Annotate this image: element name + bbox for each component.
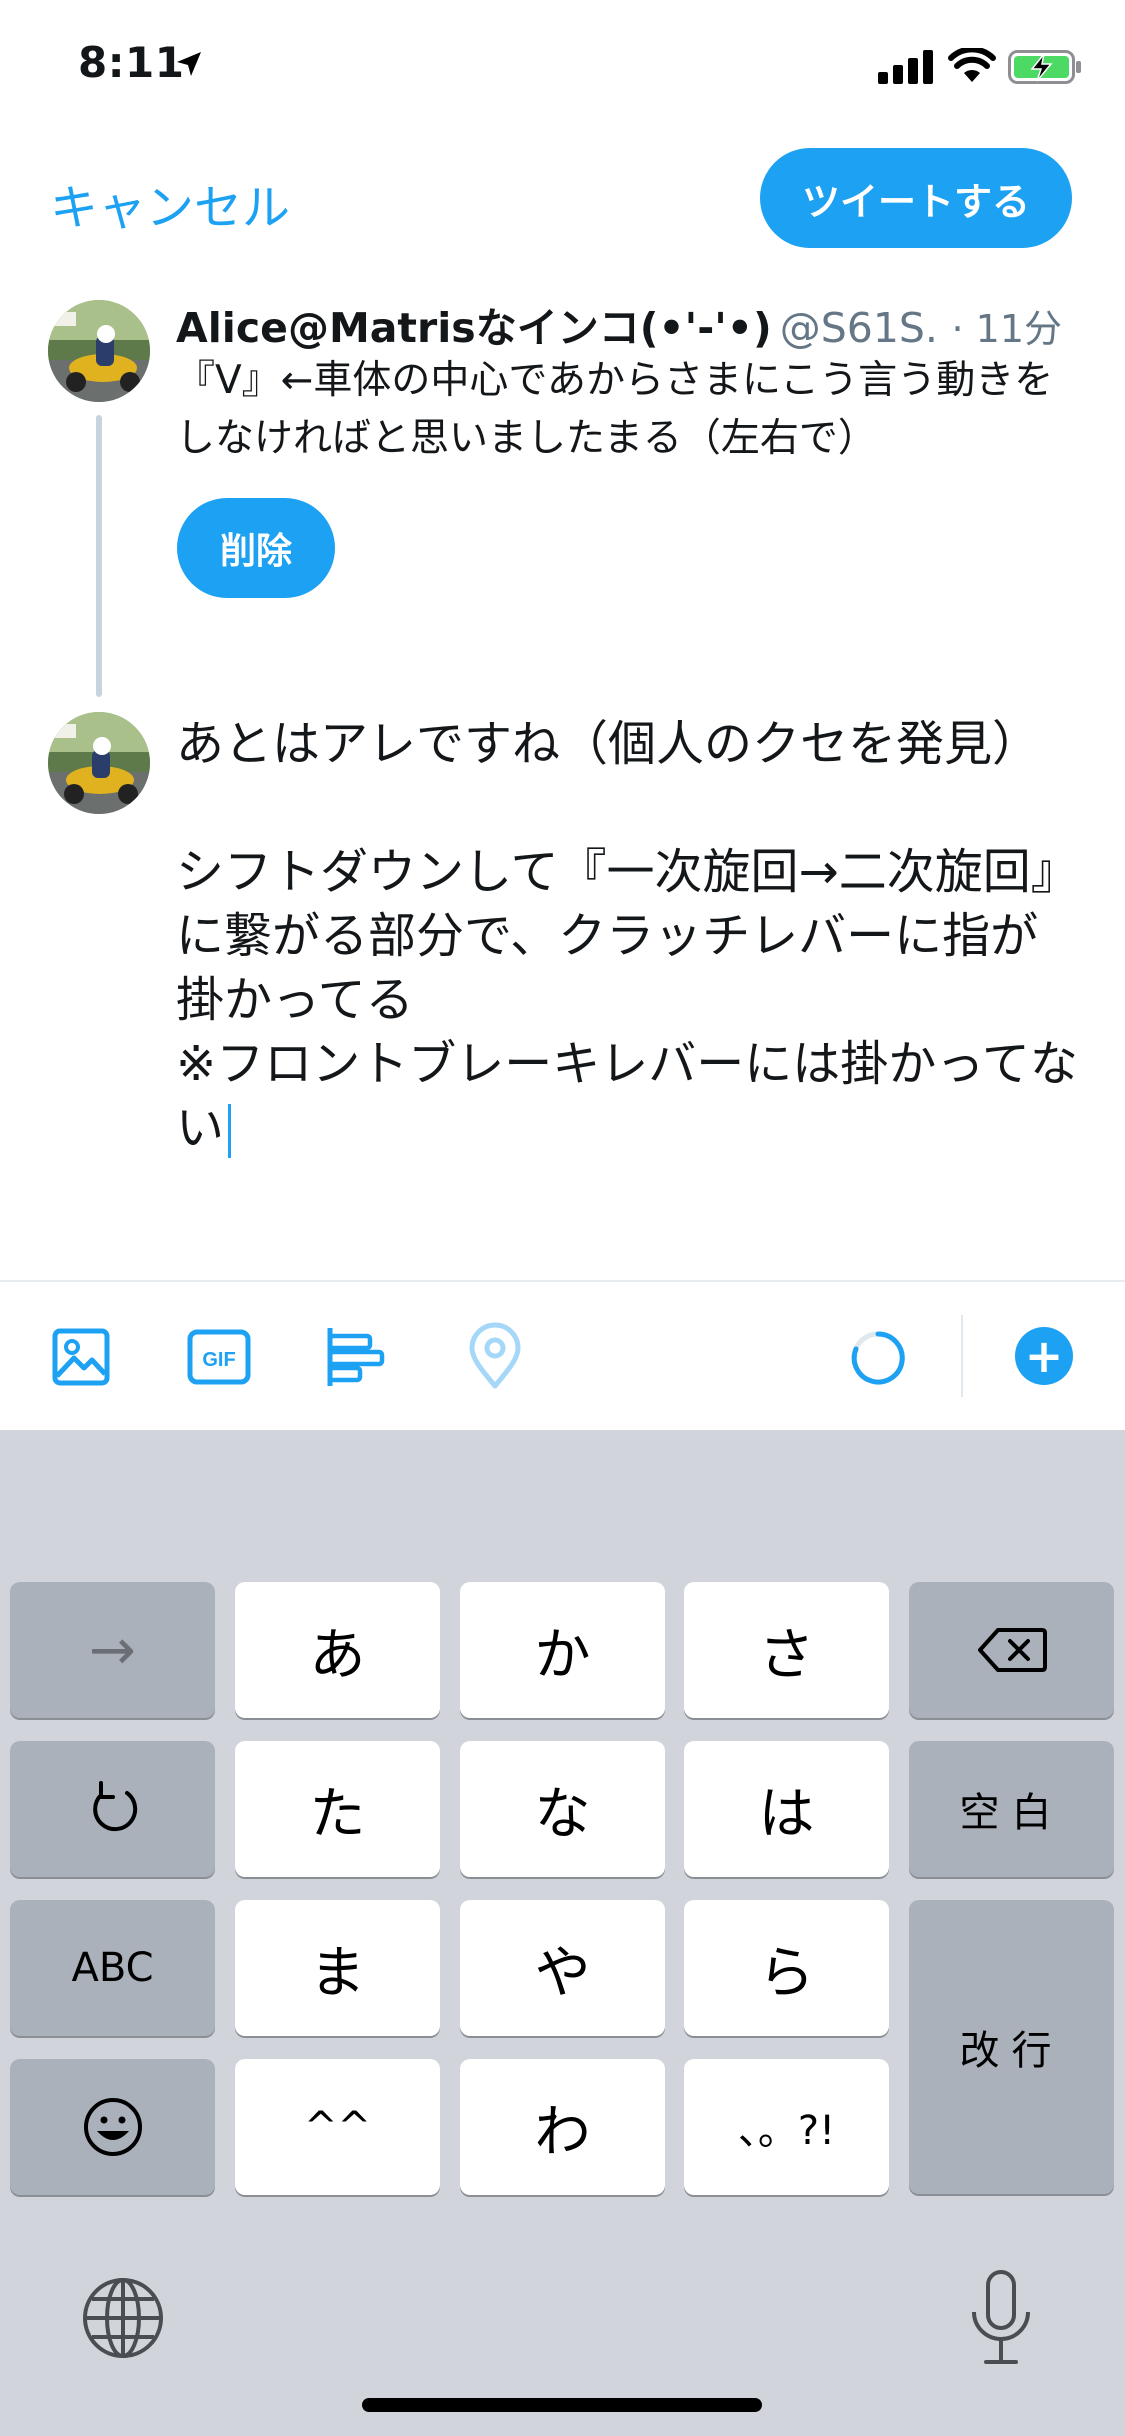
key-sa[interactable]: さ	[684, 1582, 889, 1718]
microphone-icon[interactable]	[966, 2268, 1036, 2368]
cancel-button[interactable]: キャンセル	[50, 168, 290, 238]
add-tweet-button[interactable]: +	[1015, 1327, 1073, 1385]
text-caret	[228, 1104, 232, 1158]
key-arrow-right[interactable]: →	[10, 1582, 215, 1718]
key-punctuation[interactable]: 、。?!	[684, 2059, 889, 2195]
emoji-icon	[83, 2098, 142, 2156]
plus-icon: +	[1024, 1329, 1064, 1383]
toolbar-separator	[961, 1315, 963, 1397]
tweet-button[interactable]: ツイートする	[760, 148, 1072, 248]
backspace-icon	[977, 1628, 1047, 1672]
avatar[interactable]	[48, 300, 150, 402]
gif-label: GIF	[202, 1349, 235, 1371]
thread-connector-line	[96, 415, 102, 697]
key-a[interactable]: あ	[235, 1582, 440, 1718]
home-indicator	[362, 2398, 762, 2412]
location-icon[interactable]	[460, 1322, 530, 1392]
compose-text: あとはアレですね（個人のクセを発見） シフトダウンして『一次旋回→二次旋回』に繋…	[176, 716, 1079, 1156]
key-wa[interactable]: わ	[460, 2059, 665, 2195]
image-icon[interactable]	[46, 1322, 116, 1392]
poll-icon[interactable]	[320, 1322, 390, 1392]
wifi-icon	[948, 48, 996, 82]
key-ya[interactable]: や	[460, 1900, 665, 2036]
tweet-time: · 11分	[941, 298, 1062, 350]
key-undo[interactable]	[10, 1741, 215, 1877]
cellular-signal-icon	[878, 50, 933, 84]
key-space[interactable]: 空白	[909, 1741, 1114, 1877]
key-ra[interactable]: ら	[684, 1900, 889, 2036]
status-time: 8:11	[78, 38, 185, 87]
gif-icon[interactable]: GIF	[184, 1322, 254, 1392]
author-handle[interactable]: @S61S...	[780, 304, 964, 350]
avatar[interactable]	[48, 712, 150, 814]
tweet-header: Alice@Matrisなインコ(•'-'•) @S61S... · 11分	[176, 294, 1076, 350]
key-kaomoji[interactable]: ^^	[235, 2059, 440, 2195]
battery-charging-icon	[1008, 50, 1081, 84]
location-arrow-icon	[177, 52, 201, 76]
delete-button[interactable]: 削除	[177, 498, 335, 598]
author-name[interactable]: Alice@Matrisなインコ(•'-'•)	[176, 304, 772, 350]
key-return[interactable]: 改行	[909, 1900, 1114, 2194]
motorcycle-photo-icon	[48, 712, 150, 814]
key-ta[interactable]: た	[235, 1741, 440, 1877]
compose-text-area[interactable]: あとはアレですね（個人のクセを発見） シフトダウンして『一次旋回→二次旋回』に繋…	[176, 712, 1086, 1160]
toolbar-divider	[0, 1280, 1125, 1282]
tweet-text: 『V』←車体の中心であからさまにこう言う動きをしなければと思いましたまる（左右で…	[176, 358, 1054, 461]
key-ka[interactable]: か	[460, 1582, 665, 1718]
key-ha[interactable]: は	[684, 1741, 889, 1877]
key-ma[interactable]: ま	[235, 1900, 440, 2036]
motorcycle-photo-icon	[48, 300, 150, 402]
char-counter-ring	[851, 1331, 905, 1385]
undo-icon	[92, 1781, 137, 1832]
globe-icon[interactable]	[80, 2275, 166, 2361]
key-delete[interactable]	[909, 1582, 1114, 1718]
key-emoji[interactable]	[10, 2059, 215, 2195]
key-abc[interactable]: ABC	[10, 1900, 215, 2036]
key-na[interactable]: な	[460, 1741, 665, 1877]
keyboard: → あ か さ た な は 空白 ABC ま や ら 改行 ^^ わ 、。?!	[0, 1430, 1125, 2436]
